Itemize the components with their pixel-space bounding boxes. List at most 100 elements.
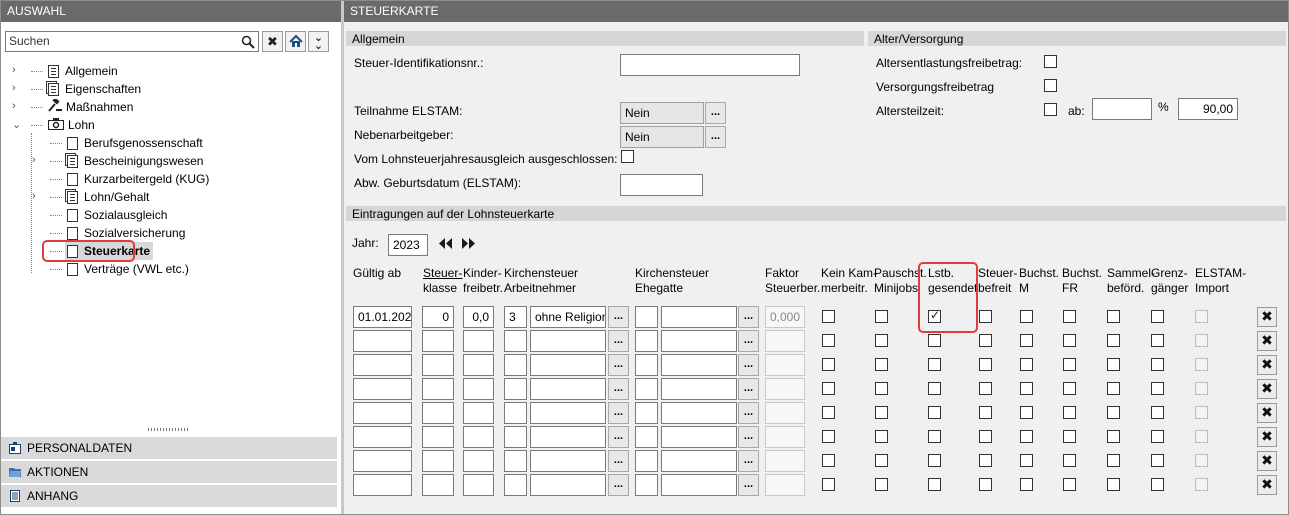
elstam-import-checkbox[interactable] xyxy=(1195,382,1208,395)
chevron-right-icon[interactable]: › xyxy=(12,82,22,94)
steuer-id-input[interactable] xyxy=(620,54,800,76)
kinderfreibetrag-input[interactable] xyxy=(463,402,494,424)
faktor-input[interactable] xyxy=(765,402,805,424)
chevron-right-icon[interactable]: › xyxy=(32,190,42,202)
buchst-m-checkbox[interactable] xyxy=(1020,430,1033,443)
kein-kammerbeitrag-checkbox[interactable] xyxy=(822,358,835,371)
elstam-import-checkbox[interactable] xyxy=(1195,406,1208,419)
tree-item-eigenschaften[interactable]: Eigenschaften xyxy=(46,80,144,98)
kirchensteuer-eg-select-button[interactable]: ... xyxy=(738,354,759,376)
faktor-input[interactable]: 0,000 xyxy=(765,306,805,328)
kirchensteuer-an-text[interactable] xyxy=(530,474,606,496)
lstb-gesendet-checkbox[interactable] xyxy=(928,334,941,347)
buchst-fr-checkbox[interactable] xyxy=(1063,358,1076,371)
kirchensteuer-eg-text[interactable] xyxy=(661,330,737,352)
kirchensteuer-eg-code-input[interactable] xyxy=(635,450,658,472)
home-button[interactable] xyxy=(285,31,306,52)
gueltig-ab-input[interactable] xyxy=(353,378,412,400)
pauschst-minijobs-checkbox[interactable] xyxy=(875,382,888,395)
kirchensteuer-an-select-button[interactable]: ... xyxy=(608,474,629,496)
faktor-input[interactable] xyxy=(765,474,805,496)
lstb-gesendet-checkbox[interactable] xyxy=(928,358,941,371)
kirchensteuer-eg-select-button[interactable]: ... xyxy=(738,426,759,448)
kirchensteuer-eg-select-button[interactable]: ... xyxy=(738,402,759,424)
kirchensteuer-an-text[interactable] xyxy=(530,402,606,424)
grenzgaenger-checkbox[interactable] xyxy=(1151,310,1164,323)
kirchensteuer-an-code-input[interactable] xyxy=(504,378,527,400)
tree-item-lohn[interactable]: Lohn xyxy=(46,116,98,134)
gueltig-ab-input[interactable] xyxy=(353,426,412,448)
buchst-fr-checkbox[interactable] xyxy=(1063,310,1076,323)
kinderfreibetrag-input[interactable] xyxy=(463,330,494,352)
pauschst-minijobs-checkbox[interactable] xyxy=(875,406,888,419)
steuerklasse-input[interactable] xyxy=(422,354,454,376)
expand-all-button[interactable]: ⌄ ⌄ xyxy=(308,31,329,52)
delete-row-button[interactable]: ✖ xyxy=(1257,331,1277,351)
kirchensteuer-eg-text[interactable] xyxy=(661,306,737,328)
grenzgaenger-checkbox[interactable] xyxy=(1151,478,1164,491)
kirchensteuer-an-select-button[interactable]: ... xyxy=(608,330,629,352)
kirchensteuer-eg-code-input[interactable] xyxy=(635,354,658,376)
pauschst-minijobs-checkbox[interactable] xyxy=(875,334,888,347)
faktor-input[interactable] xyxy=(765,450,805,472)
steuerklasse-input[interactable] xyxy=(422,378,454,400)
steuerbefreit-checkbox[interactable] xyxy=(979,406,992,419)
kirchensteuer-eg-code-input[interactable] xyxy=(635,330,658,352)
jahr-input[interactable]: 2023 xyxy=(388,234,428,256)
sammelbefoerderung-checkbox[interactable] xyxy=(1107,406,1120,419)
kirchensteuer-an-text[interactable]: ohne Religion xyxy=(530,306,606,328)
buchst-m-checkbox[interactable] xyxy=(1020,406,1033,419)
tree-item-kurzarbeitergeld[interactable]: Kurzarbeitergeld (KUG) xyxy=(65,170,212,188)
faktor-input[interactable] xyxy=(765,330,805,352)
kirchensteuer-eg-code-input[interactable] xyxy=(635,474,658,496)
kirchensteuer-an-select-button[interactable]: ... xyxy=(608,378,629,400)
delete-row-button[interactable]: ✖ xyxy=(1257,403,1277,423)
elstam-import-checkbox[interactable] xyxy=(1195,430,1208,443)
kein-kammerbeitrag-checkbox[interactable] xyxy=(822,334,835,347)
steuerbefreit-checkbox[interactable] xyxy=(979,334,992,347)
pauschst-minijobs-checkbox[interactable] xyxy=(875,454,888,467)
kein-kammerbeitrag-checkbox[interactable] xyxy=(822,406,835,419)
kinderfreibetrag-input[interactable] xyxy=(463,354,494,376)
kein-kammerbeitrag-checkbox[interactable] xyxy=(822,430,835,443)
steuerklasse-input[interactable]: 0 xyxy=(422,306,454,328)
clear-search-button[interactable]: ✖ xyxy=(262,31,283,52)
kirchensteuer-eg-code-input[interactable] xyxy=(635,378,658,400)
previous-year-button[interactable] xyxy=(437,237,453,250)
delete-row-button[interactable]: ✖ xyxy=(1257,355,1277,375)
kirchensteuer-eg-code-input[interactable] xyxy=(635,402,658,424)
pauschst-minijobs-checkbox[interactable] xyxy=(875,478,888,491)
lstb-gesendet-checkbox[interactable] xyxy=(928,382,941,395)
tree-item-vertraege[interactable]: Verträge (VWL etc.) xyxy=(65,260,192,278)
gueltig-ab-input[interactable]: 01.01.2023 xyxy=(353,306,412,328)
tab-personaldaten[interactable]: PERSONALDATEN xyxy=(1,436,337,459)
kirchensteuer-eg-select-button[interactable]: ... xyxy=(738,450,759,472)
kirchensteuer-an-code-input[interactable] xyxy=(504,402,527,424)
kirchensteuer-an-text[interactable] xyxy=(530,378,606,400)
elstam-import-checkbox[interactable] xyxy=(1195,478,1208,491)
delete-row-button[interactable]: ✖ xyxy=(1257,427,1277,447)
buchst-m-checkbox[interactable] xyxy=(1020,310,1033,323)
gueltig-ab-input[interactable] xyxy=(353,474,412,496)
kinderfreibetrag-input[interactable] xyxy=(463,378,494,400)
tab-anhang[interactable]: ANHANG xyxy=(1,484,337,507)
lstb-gesendet-checkbox[interactable] xyxy=(928,430,941,443)
kein-kammerbeitrag-checkbox[interactable] xyxy=(822,310,835,323)
chevron-down-icon[interactable]: ⌄ xyxy=(12,118,22,131)
kirchensteuer-an-text[interactable] xyxy=(530,426,606,448)
kirchensteuer-an-code-input[interactable] xyxy=(504,330,527,352)
kirchensteuer-eg-text[interactable] xyxy=(661,474,737,496)
kirchensteuer-an-code-input[interactable] xyxy=(504,426,527,448)
kein-kammerbeitrag-checkbox[interactable] xyxy=(822,478,835,491)
search-input[interactable]: Suchen xyxy=(5,31,259,52)
sammelbefoerderung-checkbox[interactable] xyxy=(1107,358,1120,371)
elstam-import-checkbox[interactable] xyxy=(1195,310,1208,323)
delete-row-button[interactable]: ✖ xyxy=(1257,307,1277,327)
chevron-right-icon[interactable]: › xyxy=(12,64,22,76)
next-year-button[interactable] xyxy=(461,237,477,250)
buchst-m-checkbox[interactable] xyxy=(1020,382,1033,395)
steuerbefreit-checkbox[interactable] xyxy=(979,310,992,323)
steuerklasse-input[interactable] xyxy=(422,474,454,496)
kein-kammerbeitrag-checkbox[interactable] xyxy=(822,454,835,467)
geburtsdatum-input[interactable] xyxy=(620,174,703,196)
